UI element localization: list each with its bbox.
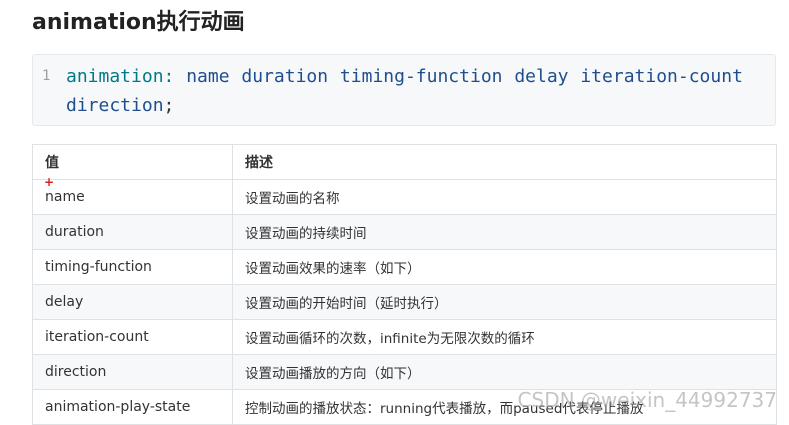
- table-row: timing-function 设置动画效果的速率（如下）: [32, 249, 777, 285]
- table-row: delay 设置动画的开始时间（延时执行）: [32, 284, 777, 320]
- row-value: timing-function: [32, 249, 233, 285]
- row-value: animation-play-state: [32, 389, 233, 425]
- animation-values-table: 值 描述 name 设置动画的名称 duration 设置动画的持续时间 tim…: [32, 144, 777, 425]
- plus-marker-icon: +: [44, 175, 55, 189]
- table-header-row: 值 描述: [32, 144, 777, 180]
- page-heading: animation执行动画: [32, 10, 245, 35]
- row-value: duration: [32, 214, 233, 250]
- code-terminator: ;: [163, 95, 175, 116]
- row-value: direction: [32, 354, 233, 390]
- row-description: 设置动画的持续时间: [232, 214, 777, 250]
- header-description: 描述: [232, 144, 777, 180]
- header-value: 值: [32, 144, 233, 180]
- table-row: name 设置动画的名称: [32, 179, 777, 215]
- row-description: 设置动画循环的次数，infinite为无限次数的循环: [232, 319, 777, 355]
- row-value: delay: [32, 284, 233, 320]
- row-value: name: [32, 179, 233, 215]
- code-line: animation: name duration timing-function…: [66, 62, 771, 120]
- row-description: 设置动画的名称: [232, 179, 777, 215]
- row-value: iteration-count: [32, 319, 233, 355]
- row-description: 设置动画的开始时间（延时执行）: [232, 284, 777, 320]
- code-block: 1 animation: name duration timing-functi…: [32, 54, 776, 126]
- row-description: 设置动画播放的方向（如下）: [232, 354, 777, 390]
- table-row: animation-play-state 控制动画的播放状态：running代表…: [32, 389, 777, 425]
- table-row: duration 设置动画的持续时间: [32, 214, 777, 250]
- row-description: 控制动画的播放状态：running代表播放，而paused代表停止播放: [232, 389, 777, 425]
- code-property: animation:: [66, 66, 175, 87]
- table-row: iteration-count 设置动画循环的次数，infinite为无限次数的…: [32, 319, 777, 355]
- code-line-number: 1: [42, 68, 51, 84]
- table-row: direction 设置动画播放的方向（如下）: [32, 354, 777, 390]
- row-description: 设置动画效果的速率（如下）: [232, 249, 777, 285]
